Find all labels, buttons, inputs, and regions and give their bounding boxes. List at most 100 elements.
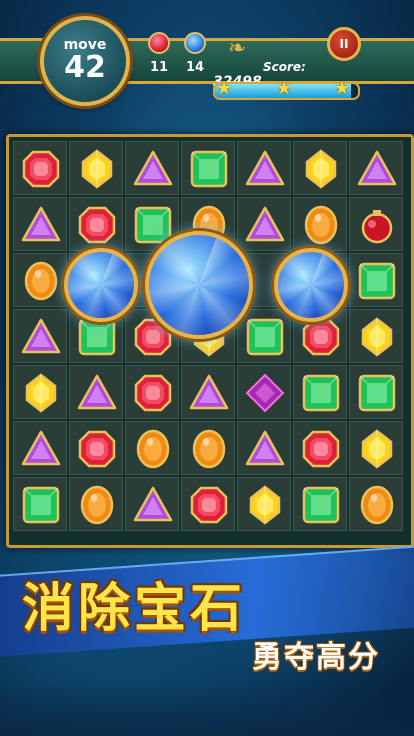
purple-gem-icon[interactable] — [21, 205, 61, 245]
board-cell[interactable] — [13, 421, 67, 475]
board-cell[interactable] — [13, 141, 67, 195]
board-cell[interactable] — [69, 365, 123, 419]
orange-gem-icon[interactable] — [301, 205, 341, 245]
blue-booster-gem-icon[interactable] — [64, 248, 138, 322]
goal-red: 11 — [144, 32, 174, 75]
red-gem-icon — [148, 32, 170, 54]
red-gem-icon[interactable] — [133, 373, 173, 413]
blue-gem-icon — [184, 32, 206, 54]
board-cell[interactable] — [181, 421, 235, 475]
promo-title: 消除宝石 — [22, 578, 247, 639]
red-gem-icon[interactable] — [77, 429, 117, 469]
board-cell[interactable] — [125, 421, 179, 475]
blue-booster-gem-icon[interactable] — [274, 248, 348, 322]
green-gem-icon[interactable] — [245, 317, 285, 357]
board-cell[interactable] — [237, 421, 291, 475]
board-cell[interactable] — [293, 421, 347, 475]
board-cell[interactable] — [237, 365, 291, 419]
board-cell[interactable] — [13, 309, 67, 363]
board-cell[interactable] — [125, 141, 179, 195]
board-cell[interactable] — [293, 197, 347, 251]
green-gem-icon[interactable] — [21, 485, 61, 525]
purple-gem-icon[interactable] — [245, 149, 285, 189]
board-cell[interactable] — [13, 197, 67, 251]
board-cell[interactable] — [349, 421, 403, 475]
board-cell[interactable] — [237, 141, 291, 195]
red-gem-icon[interactable] — [21, 149, 61, 189]
board-cell[interactable] — [237, 477, 291, 531]
green-gem-icon[interactable] — [357, 373, 397, 413]
board-cell[interactable] — [13, 253, 67, 307]
green-gem-icon[interactable] — [189, 149, 229, 189]
red-gem-icon[interactable] — [301, 317, 341, 357]
purple-gem-icon[interactable] — [357, 149, 397, 189]
special-gem-icon[interactable] — [245, 373, 285, 413]
board-cell[interactable] — [349, 309, 403, 363]
board-cell[interactable] — [69, 421, 123, 475]
yellow-gem-icon[interactable] — [357, 429, 397, 469]
board-cell[interactable] — [349, 141, 403, 195]
orange-gem-icon[interactable] — [77, 485, 117, 525]
board-cell[interactable] — [293, 141, 347, 195]
board-cell[interactable] — [181, 477, 235, 531]
red-gem-icon[interactable] — [301, 429, 341, 469]
star-icon: ★ — [334, 78, 351, 99]
bomb-gem-icon[interactable] — [357, 205, 397, 245]
goal-blue: 14 — [180, 32, 210, 75]
orange-gem-icon[interactable] — [133, 429, 173, 469]
star-icon: ★ — [216, 78, 233, 99]
purple-gem-icon[interactable] — [21, 317, 61, 357]
purple-gem-icon[interactable] — [133, 149, 173, 189]
hud-bar: ❧ move 42 11 14 Score: 32498 ★ ★ ★ II — [0, 0, 414, 106]
pause-button[interactable]: II — [327, 27, 361, 61]
board-cell[interactable] — [349, 365, 403, 419]
promo-subtitle: 勇夺高分 — [252, 640, 380, 675]
yellow-gem-icon[interactable] — [77, 149, 117, 189]
orange-gem-icon[interactable] — [189, 429, 229, 469]
board-cell[interactable] — [125, 477, 179, 531]
score-label: Score: — [263, 60, 306, 74]
purple-gem-icon[interactable] — [21, 429, 61, 469]
board-cell[interactable] — [69, 141, 123, 195]
red-gem-icon[interactable] — [77, 205, 117, 245]
board-cell[interactable] — [69, 197, 123, 251]
board-cell[interactable] — [13, 365, 67, 419]
board-cell[interactable] — [69, 477, 123, 531]
goal-red-count: 11 — [149, 60, 169, 75]
red-gem-icon[interactable] — [189, 485, 229, 525]
board-cell[interactable] — [293, 365, 347, 419]
board-cell[interactable] — [181, 141, 235, 195]
board-cell[interactable] — [13, 477, 67, 531]
move-counter: move 42 — [40, 16, 130, 106]
booster-facet — [68, 252, 134, 318]
yellow-gem-icon[interactable] — [301, 149, 341, 189]
yellow-gem-icon[interactable] — [245, 485, 285, 525]
purple-gem-icon[interactable] — [245, 205, 285, 245]
orange-gem-icon[interactable] — [357, 485, 397, 525]
board-cell[interactable] — [293, 477, 347, 531]
green-gem-icon[interactable] — [301, 373, 341, 413]
game-board — [6, 134, 414, 548]
booster-facet — [149, 235, 249, 335]
green-gem-icon[interactable] — [357, 261, 397, 301]
purple-gem-icon[interactable] — [189, 373, 229, 413]
blue-booster-gem-icon[interactable] — [145, 231, 253, 339]
green-gem-icon[interactable] — [301, 485, 341, 525]
orange-gem-icon[interactable] — [21, 261, 61, 301]
goal-blue-count: 14 — [185, 60, 205, 75]
ornament-icon: ❧ — [228, 36, 247, 61]
green-gem-icon[interactable] — [77, 317, 117, 357]
bottom-decoration — [0, 680, 414, 736]
purple-gem-icon[interactable] — [77, 373, 117, 413]
move-value: 42 — [64, 50, 106, 85]
booster-facet — [278, 252, 344, 318]
purple-gem-icon[interactable] — [133, 485, 173, 525]
yellow-gem-icon[interactable] — [21, 373, 61, 413]
board-cell[interactable] — [349, 477, 403, 531]
board-cell[interactable] — [349, 197, 403, 251]
yellow-gem-icon[interactable] — [357, 317, 397, 357]
board-cell[interactable] — [125, 365, 179, 419]
board-cell[interactable] — [181, 365, 235, 419]
board-cell[interactable] — [349, 253, 403, 307]
purple-gem-icon[interactable] — [245, 429, 285, 469]
